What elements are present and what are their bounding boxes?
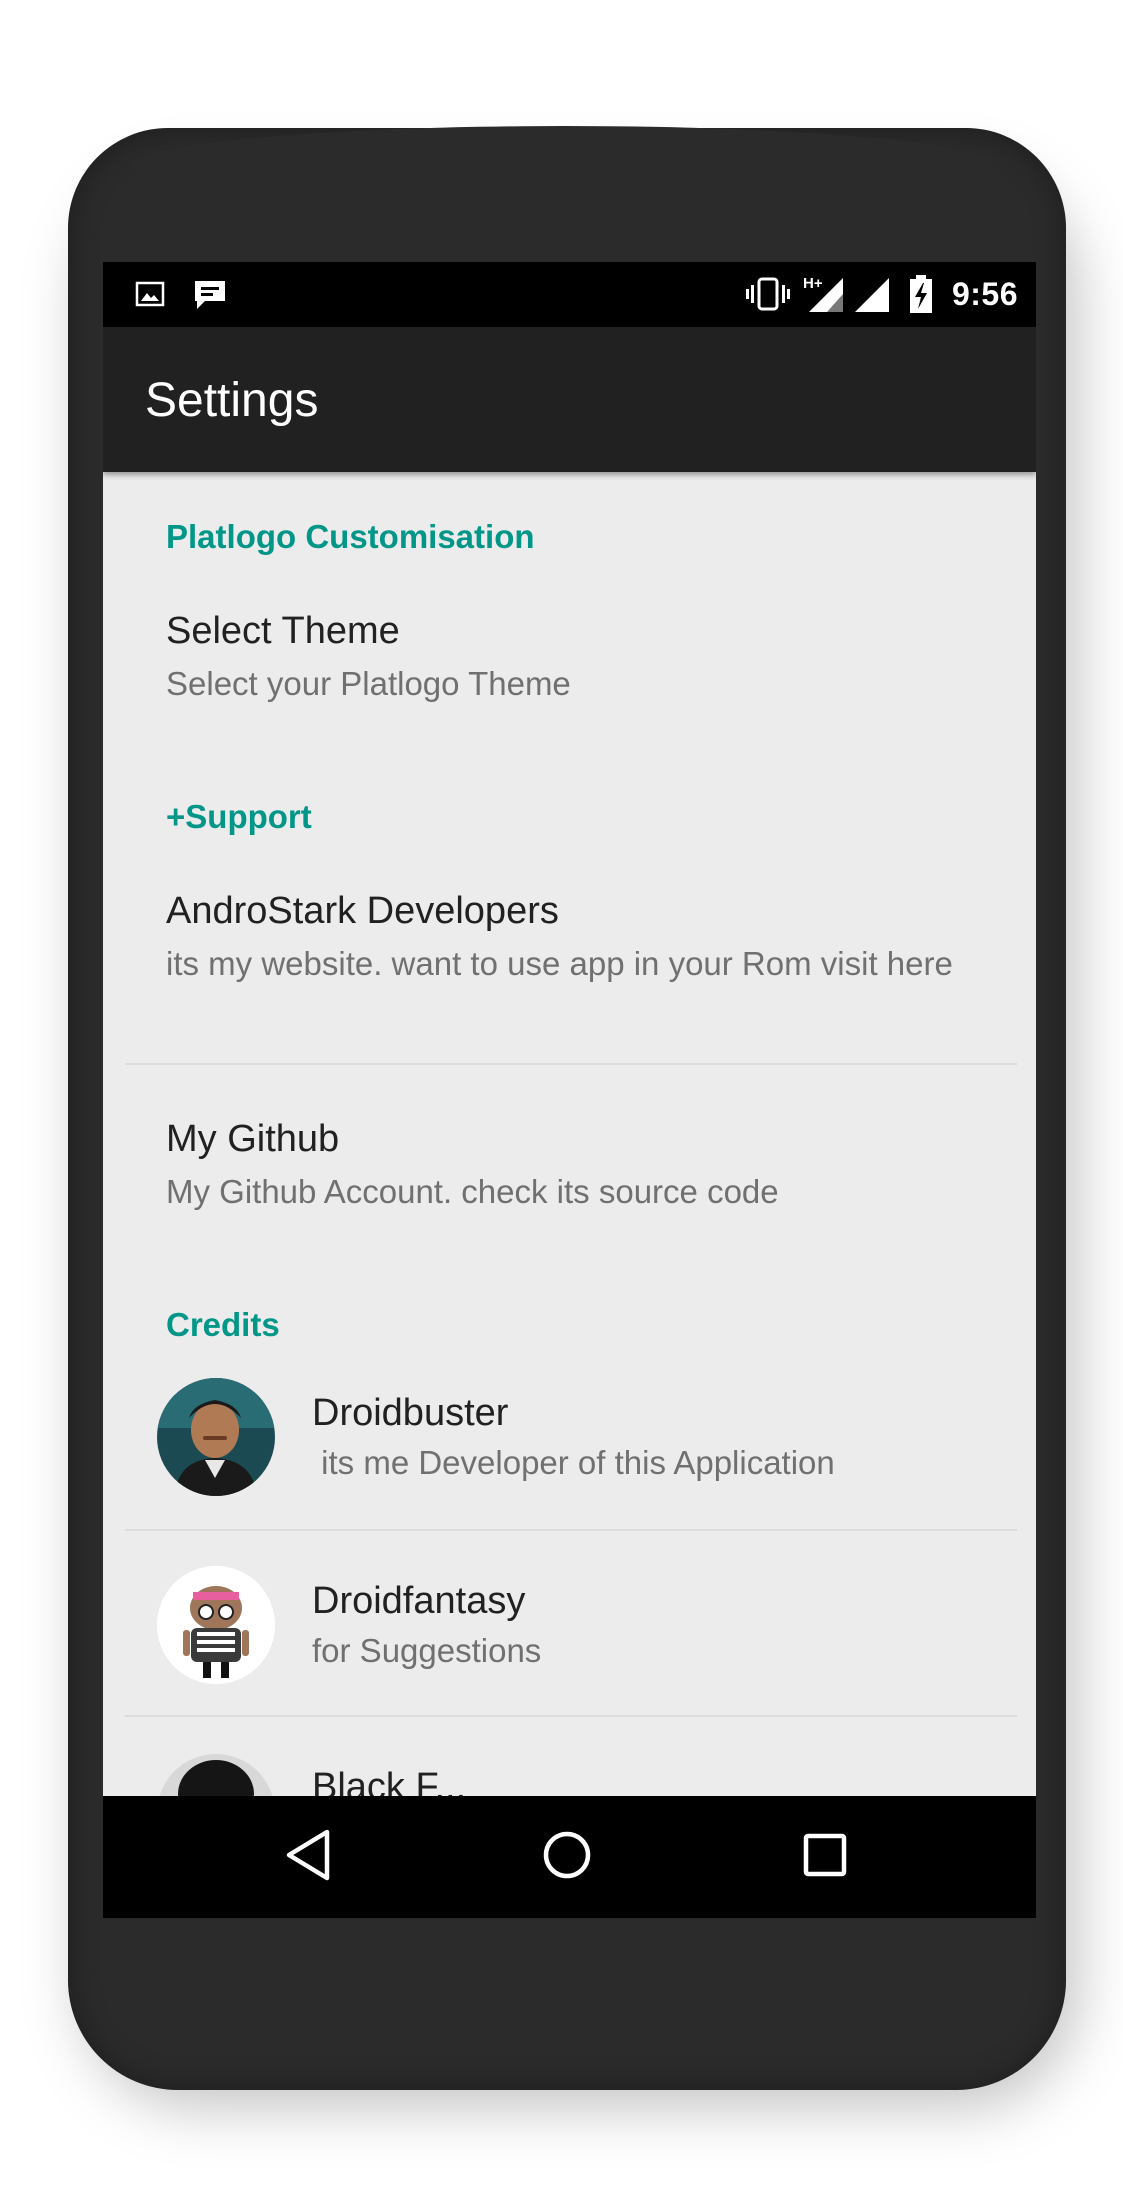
preference-summary: My Github Account. check its source code (166, 1173, 779, 1210)
back-button[interactable] (248, 1796, 368, 1918)
credit-summary: its me Developer of this Application (312, 1444, 835, 1481)
preference-summary: its my website. want to use app in your … (166, 945, 953, 982)
chat-icon (193, 279, 227, 316)
credit-title: Droidfantasy (312, 1580, 526, 1622)
navigation-bar (103, 1796, 1036, 1918)
home-button[interactable] (507, 1796, 627, 1918)
category-header-customisation: Platlogo Customisation (166, 518, 535, 555)
app-bar: Settings (103, 327, 1036, 472)
avatar (157, 1566, 275, 1684)
screen: H+ 9:56 Settings Platlogo Customisation … (103, 262, 1036, 1918)
credit-summary: for Suggestions (312, 1632, 542, 1669)
signal-hplus-icon: H+ (803, 274, 845, 319)
credit-title: Droidbuster (312, 1392, 509, 1434)
preference-title: My Github (166, 1118, 340, 1160)
divider (125, 1529, 1017, 1531)
battery-charging-icon (908, 274, 934, 319)
divider (125, 1715, 1017, 1717)
recents-button[interactable] (765, 1796, 885, 1918)
divider (125, 1063, 1017, 1065)
preference-title: Select Theme (166, 610, 400, 652)
avatar (157, 1378, 275, 1496)
back-icon (283, 1828, 333, 1887)
category-header-credits: Credits (166, 1306, 280, 1343)
svg-text:H+: H+ (803, 275, 823, 292)
signal-icon (851, 276, 891, 319)
status-time: 9:56 (951, 276, 1018, 312)
recents-icon (801, 1831, 849, 1884)
image-icon (135, 279, 165, 314)
category-header-support: +Support (166, 798, 312, 835)
home-icon (541, 1829, 593, 1886)
preference-summary: Select your Platlogo Theme (166, 665, 571, 702)
page-title: Settings (145, 374, 319, 427)
status-bar: H+ 9:56 (103, 262, 1036, 327)
vibrate-icon (745, 276, 791, 317)
preference-title: AndroStark Developers (166, 890, 559, 932)
settings-list[interactable]: Platlogo Customisation Select Theme Sele… (103, 472, 1036, 1918)
